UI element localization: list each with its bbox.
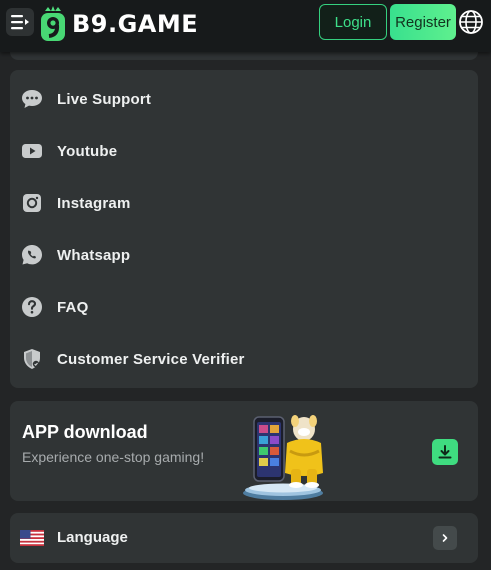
top-header: B9.GAME Login Register	[0, 0, 491, 52]
support-menu-card: Live Support Youtube Instagram Whatsapp …	[10, 70, 478, 388]
download-icon	[438, 445, 452, 459]
shield-icon	[21, 348, 43, 370]
logo[interactable]: B9.GAME	[38, 5, 198, 43]
question-icon	[21, 296, 43, 318]
menu-item-youtube[interactable]: Youtube	[10, 125, 478, 177]
logo-badge-icon	[41, 6, 65, 41]
menu-item-faq[interactable]: FAQ	[10, 281, 478, 333]
menu-item-instagram[interactable]: Instagram	[10, 177, 478, 229]
whatsapp-icon	[21, 244, 43, 266]
menu-item-live-support[interactable]: Live Support	[10, 73, 478, 125]
menu-item-label: FAQ	[57, 298, 89, 316]
app-promo-illustration	[243, 415, 323, 500]
menu-icon	[11, 15, 29, 30]
register-button[interactable]: Register	[390, 4, 456, 40]
app-download-title: APP download	[22, 422, 148, 442]
chevron-right-icon	[442, 534, 448, 542]
language-label: Language	[57, 529, 128, 546]
instagram-icon	[21, 192, 43, 214]
menu-item-label: Live Support	[57, 90, 152, 108]
language-row[interactable]: Language	[10, 513, 478, 563]
us-flag-icon	[20, 530, 44, 546]
logo-text: B9.GAME	[72, 10, 199, 38]
menu-item-label: Instagram	[57, 194, 131, 212]
chat-bubble-icon	[21, 88, 43, 110]
download-button[interactable]	[432, 439, 458, 465]
language-expand-button[interactable]	[433, 526, 457, 550]
menu-item-label: Customer Service Verifier	[57, 350, 245, 368]
menu-item-customer-service-verifier[interactable]: Customer Service Verifier	[10, 333, 478, 385]
language-globe-button[interactable]	[457, 8, 485, 36]
page: B9.GAME Login Register Live Support Yout…	[0, 0, 491, 570]
app-download-card[interactable]: APP download Experience one-stop gaming!	[10, 401, 478, 501]
menu-item-label: Youtube	[57, 142, 118, 160]
menu-button[interactable]	[6, 8, 34, 36]
globe-icon	[459, 10, 483, 34]
menu-item-label: Whatsapp	[57, 246, 131, 264]
login-button[interactable]: Login	[319, 4, 387, 40]
app-download-subtitle: Experience one-stop gaming!	[22, 449, 205, 465]
youtube-icon	[21, 140, 43, 162]
previous-card-edge	[10, 52, 478, 60]
menu-item-whatsapp[interactable]: Whatsapp	[10, 229, 478, 281]
